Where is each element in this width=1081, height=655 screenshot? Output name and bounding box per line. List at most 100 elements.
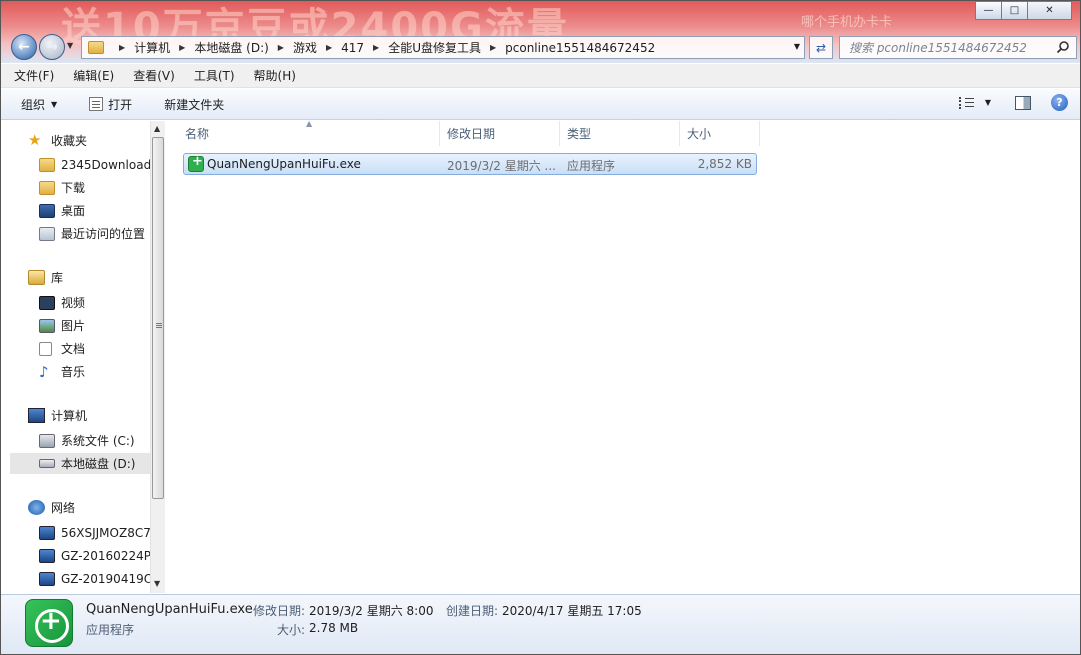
preview-pane-icon[interactable] — [1015, 95, 1031, 110]
menu-file[interactable]: 文件(F) — [11, 67, 57, 84]
hard-drive-icon — [39, 459, 55, 468]
music-note-icon: ♪ — [39, 362, 49, 381]
favorites-group[interactable]: ★ 收藏夹 — [10, 131, 87, 149]
organize-button[interactable]: 组织 ▼ — [21, 96, 57, 113]
scroll-up-icon[interactable]: ▲ — [154, 124, 160, 133]
breadcrumb-separator-icon[interactable]: ▶ — [326, 43, 332, 52]
view-options-dropdown-icon[interactable]: ▼ — [985, 98, 991, 107]
breadcrumb-separator-icon[interactable]: ▶ — [278, 43, 284, 52]
navigation-scrollbar[interactable]: ▲ ▼ — [150, 121, 165, 593]
network-computer-icon — [39, 525, 55, 540]
refresh-button[interactable]: ⇄ — [809, 36, 833, 59]
sidebar-item-label: 56XSJJMOZ8C7 — [61, 525, 151, 540]
sidebar-item-network-pc[interactable]: GZ-20160224PA — [10, 545, 154, 566]
column-header-size[interactable]: 大小 — [680, 121, 760, 146]
breadcrumb-separator-icon[interactable]: ▶ — [179, 43, 185, 52]
sidebar-item-label: 系统文件 (C:) — [61, 434, 135, 448]
maximize-button[interactable]: □ — [1001, 1, 1028, 20]
back-button[interactable]: ← — [11, 34, 37, 60]
sidebar-item-label: 本地磁盘 (D:) — [61, 457, 136, 471]
address-bar[interactable]: ▶ 计算机 ▶ 本地磁盘 (D:) ▶ 游戏 ▶ 417 ▶ 全能U盘修复工具 … — [81, 36, 805, 59]
minimize-button[interactable]: — — [975, 1, 1002, 20]
breadcrumb-417[interactable]: 417 — [341, 41, 364, 55]
sidebar-item-label: 音乐 — [61, 365, 86, 379]
menu-edit[interactable]: 编辑(E) — [70, 67, 117, 84]
details-size-value: 2.78 MB — [309, 621, 359, 635]
sort-ascending-icon: ▲ — [306, 119, 313, 128]
documents-icon — [39, 341, 52, 356]
sidebar-item-downloads[interactable]: 下载 — [10, 177, 154, 198]
computer-icon — [28, 408, 45, 423]
file-size: 2,852 KB — [697, 157, 752, 171]
sidebar-item-label: 桌面 — [61, 204, 86, 218]
details-modified-label: 修改日期: — [253, 604, 306, 618]
sidebar-item-drive-c[interactable]: 系统文件 (C:) — [10, 430, 154, 451]
breadcrumb-drive-d[interactable]: 本地磁盘 (D:) — [194, 39, 268, 56]
recent-pages-dropdown[interactable]: ▼ — [67, 41, 73, 50]
sidebar-item-desktop[interactable]: 桌面 — [10, 200, 154, 221]
change-view-icon[interactable] — [958, 96, 975, 109]
details-file-type: 应用程序 — [86, 623, 135, 637]
sidebar-item-documents[interactable]: 文档 — [10, 338, 154, 359]
forward-arrow-icon: → — [46, 39, 58, 55]
sidebar-item-network-pc[interactable]: 56XSJJMOZ8C7 — [10, 522, 154, 543]
sidebar-item-videos[interactable]: 视频 — [10, 292, 154, 313]
breadcrumb-usb-repair-tool[interactable]: 全能U盘修复工具 — [388, 39, 481, 56]
column-header-label: 类型 — [567, 127, 592, 141]
breadcrumb-separator-icon[interactable]: ▶ — [119, 43, 125, 52]
sidebar-item-label: 最近访问的位置 — [61, 227, 146, 241]
sidebar-item-label: GZ-20190419O — [61, 571, 154, 586]
breadcrumb-pconline-folder[interactable]: pconline1551484672452 — [505, 41, 655, 55]
file-name: QuanNengUpanHuiFu.exe — [207, 157, 361, 171]
column-header-name[interactable]: 名称 ▲ — [168, 119, 440, 146]
sidebar-item-2345downloads[interactable]: 2345Downloads — [10, 154, 154, 175]
network-globe-icon — [28, 500, 45, 515]
grip-icon — [156, 323, 162, 324]
new-folder-button[interactable]: 新建文件夹 — [164, 96, 224, 113]
details-modified-value: 2019/3/2 星期六 8:00 — [309, 604, 434, 618]
new-folder-label: 新建文件夹 — [164, 97, 225, 112]
organize-dropdown-icon: ▼ — [51, 99, 58, 109]
maximize-icon: □ — [1009, 5, 1020, 16]
sidebar-item-label: 图片 — [61, 319, 86, 333]
help-icon[interactable]: ? — [1051, 94, 1068, 111]
network-group[interactable]: 网络 — [10, 499, 75, 516]
breadcrumb-separator-icon[interactable]: ▶ — [490, 43, 496, 52]
sidebar-item-label: 2345Downloads — [61, 157, 154, 172]
sidebar-item-pictures[interactable]: 图片 — [10, 315, 154, 336]
column-header-modified[interactable]: 修改日期 — [440, 121, 560, 146]
sidebar-item-recent-places[interactable]: 最近访问的位置 — [10, 223, 154, 244]
breadcrumb-computer[interactable]: 计算机 — [134, 39, 170, 56]
close-button[interactable]: ✕ — [1027, 1, 1072, 20]
details-pane: QuanNengUpanHuiFu.exe 应用程序 修改日期: 2019/3/… — [1, 594, 1080, 654]
computer-group[interactable]: 计算机 — [10, 407, 87, 424]
breadcrumb-separator-icon[interactable]: ▶ — [373, 43, 379, 52]
file-row[interactable]: QuanNengUpanHuiFu.exe 2019/3/2 星期六 ... 应… — [183, 153, 757, 175]
menu-help[interactable]: 帮助(H) — [251, 67, 299, 84]
back-arrow-icon: ← — [18, 39, 30, 55]
minimize-icon: — — [983, 5, 994, 16]
refresh-icon: ⇄ — [815, 40, 827, 55]
explorer-window: 送10万京豆或2400G流量 哪个手机办卡卡 — □ ✕ ← → ▼ ▶ 计算机… — [0, 0, 1081, 655]
menu-tools[interactable]: 工具(T) — [191, 67, 238, 84]
title-bar: 送10万京豆或2400G流量 哪个手机办卡卡 — □ ✕ ← → ▼ ▶ 计算机… — [1, 1, 1080, 63]
breadcrumb-games[interactable]: 游戏 — [293, 39, 317, 56]
sidebar-item-label: 文档 — [61, 342, 86, 356]
libraries-group[interactable]: 库 — [10, 269, 63, 286]
forward-button[interactable]: → — [39, 34, 65, 60]
sidebar-item-drive-d[interactable]: 本地磁盘 (D:) — [10, 453, 154, 474]
file-modified: 2019/3/2 星期六 ... — [447, 159, 556, 173]
window-controls: — □ ✕ — [975, 1, 1072, 20]
column-header-type[interactable]: 类型 — [560, 121, 680, 146]
scroll-down-icon[interactable]: ▼ — [154, 579, 160, 588]
network-computer-icon — [39, 548, 55, 563]
sidebar-item-network-pc[interactable]: GZ-20190419O — [10, 568, 154, 589]
open-button[interactable]: 打开 — [89, 96, 132, 113]
menu-view[interactable]: 查看(V) — [130, 67, 178, 84]
address-history-dropdown-icon[interactable]: ▼ — [794, 42, 800, 51]
sidebar-item-label: GZ-20160224PA — [61, 548, 154, 563]
search-input[interactable]: 搜索 pconline1551484672452 — [839, 36, 1077, 59]
favorites-label: 收藏夹 — [51, 133, 88, 148]
sidebar-item-music[interactable]: ♪ 音乐 — [10, 361, 154, 382]
scrollbar-thumb[interactable] — [152, 137, 164, 499]
